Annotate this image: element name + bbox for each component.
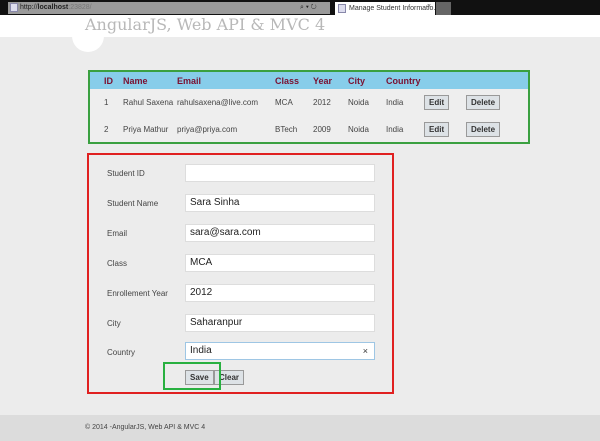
clear-input-icon[interactable]: × <box>363 343 368 359</box>
cell-class: MCA <box>275 98 293 107</box>
country-input[interactable]: India × <box>185 342 375 360</box>
col-year: Year <box>313 75 333 86</box>
student-name-input[interactable]: Sara Sinha <box>185 194 375 212</box>
students-table: ID Name Email Class Year City Country 1 … <box>88 70 530 144</box>
year-input[interactable]: 2012 <box>185 284 375 302</box>
cell-city: Noida <box>348 98 369 107</box>
page-icon <box>10 3 18 12</box>
url-host: localhost <box>37 4 69 11</box>
delete-button[interactable]: Delete <box>466 122 501 137</box>
url-prefix: http:// <box>20 4 38 11</box>
delete-button[interactable]: Delete <box>466 95 501 110</box>
col-country: Country <box>386 75 421 86</box>
highlight-box <box>163 362 221 390</box>
cell-email: rahulsaxena@live.com <box>177 98 259 107</box>
year-label: Enrollement Year <box>107 289 168 298</box>
footer-text: © 2014 -AngularJS, Web API & MVC 4 <box>85 424 206 431</box>
cell-country: India <box>386 98 404 107</box>
cell-name: Priya Mathur <box>123 125 169 134</box>
country-label: Country <box>107 348 136 357</box>
table-row: 1 Rahul Saxena rahulsaxena@live.com MCA … <box>90 89 528 116</box>
new-tab-button[interactable] <box>436 2 451 15</box>
cell-edit: Edit <box>424 116 466 143</box>
cell-id: 1 <box>104 98 109 107</box>
col-class: Class <box>275 75 300 86</box>
col-delete <box>466 72 528 89</box>
student-name-label: Student Name <box>107 199 159 208</box>
address-bar[interactable]: http://localhost:23828/ <box>8 2 330 14</box>
cell-edit: Edit <box>424 89 466 116</box>
tab-close-icon[interactable]: × <box>427 3 431 10</box>
col-edit <box>424 72 466 89</box>
class-input[interactable]: MCA <box>185 254 375 272</box>
country-value: India <box>190 345 212 356</box>
student-id-label: Student ID <box>107 169 145 178</box>
student-id-input[interactable] <box>185 164 375 182</box>
cell-delete: Delete <box>466 89 528 116</box>
page-title: AngularJS, Web API & MVC 4 <box>85 15 326 34</box>
table-header: ID Name Email Class Year City Country <box>90 72 528 89</box>
email-input[interactable]: sara@sara.com <box>185 224 375 242</box>
cell-name: Rahul Saxena <box>123 98 174 107</box>
browser-tab[interactable]: Manage Student Informatio... <box>335 2 435 15</box>
cell-year: 2009 <box>313 125 331 134</box>
student-form: Student ID Student Name Sara Sinha Email… <box>87 153 394 394</box>
cell-id: 2 <box>104 125 109 134</box>
edit-button[interactable]: Edit <box>424 95 450 110</box>
col-name: Name <box>123 75 148 86</box>
url-port: :23828/ <box>68 4 92 11</box>
cell-country: India <box>386 125 404 134</box>
class-label: Class <box>107 259 128 268</box>
table-row: 2 Priya Mathur priya@priya.com BTech 200… <box>90 116 528 143</box>
col-email: Email <box>177 75 202 86</box>
cell-delete: Delete <box>466 116 528 143</box>
cell-year: 2012 <box>313 98 331 107</box>
col-id: ID <box>104 75 113 86</box>
cell-class: BTech <box>275 125 298 134</box>
city-input[interactable]: Saharanpur <box>185 314 375 332</box>
cell-city: Noida <box>348 125 369 134</box>
email-label: Email <box>107 229 128 238</box>
cell-email: priya@priya.com <box>177 125 238 134</box>
city-label: City <box>107 319 121 328</box>
tab-page-icon <box>338 4 346 13</box>
search-refresh-icon[interactable]: ⌕ ▾ ↻ <box>300 2 317 14</box>
col-city: City <box>348 75 366 86</box>
edit-button[interactable]: Edit <box>424 122 450 137</box>
